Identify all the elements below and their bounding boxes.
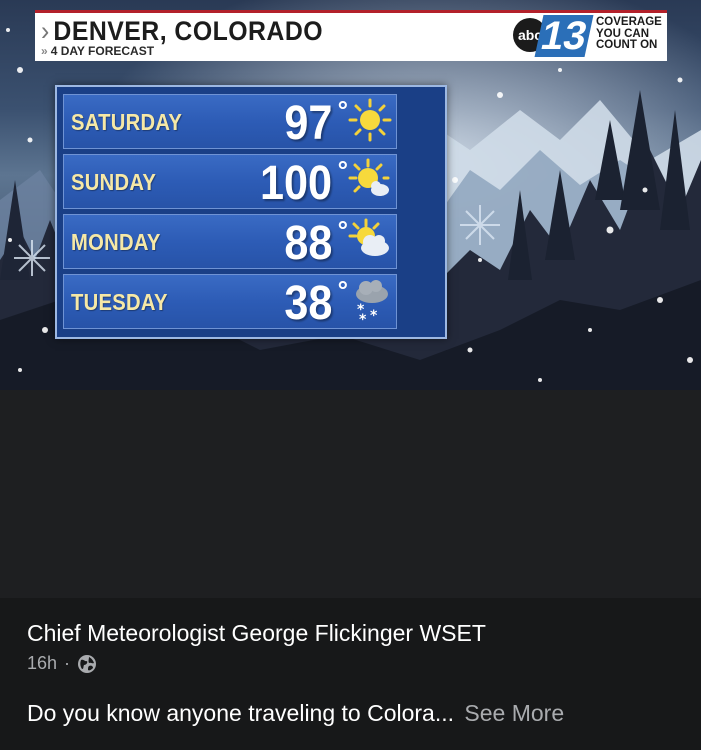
subtitle-label: 4 DAY FORECAST (50, 44, 155, 58)
forecast-header: › DENVER, COLORADO » 4 DAY FORECAST abc 13… (35, 10, 667, 61)
day-label: MONDAY (71, 229, 161, 255)
tagline-line: COVERAGE (596, 16, 662, 28)
forecast-row-sunday: SUNDAY 100 ° (63, 154, 397, 210)
day-label: TUESDAY (71, 289, 168, 315)
temperature-value: 97 (283, 97, 332, 150)
degree-symbol: ° (337, 275, 348, 305)
meta-separator: · (64, 653, 71, 673)
post-caption: Do you know anyone traveling to Colora..… (27, 700, 564, 727)
post-timestamp[interactable]: 16h (27, 653, 57, 674)
tagline-line: COUNT ON (596, 39, 658, 51)
post-author[interactable]: Chief Meteorologist George Flickinger WS… (27, 620, 486, 647)
forecast-city: › DENVER, COLORADO (41, 16, 323, 47)
chevron-right-icon: › (41, 16, 50, 46)
post-meta: 16h · (27, 653, 97, 674)
forecast-row-tuesday: TUESDAY 38 ° * * * (63, 274, 397, 330)
city-label: DENVER, COLORADO (53, 16, 324, 46)
degree-symbol: ° (337, 95, 348, 125)
snow-icon: * ** (356, 280, 388, 324)
post-footer: Chief Meteorologist George Flickinger WS… (0, 598, 701, 750)
channel-13-logo: 13 (534, 14, 594, 58)
temperature-value: 100 (259, 157, 332, 210)
globe-icon[interactable] (77, 654, 97, 674)
partly-cloudy-icon (348, 218, 389, 256)
forecast-row-saturday: SATURDAY 97 ° (63, 94, 397, 150)
sun-cloud-icon (348, 158, 390, 196)
forecast-row-monday: MONDAY 88 ° (63, 214, 397, 270)
double-chevron-icon: » (41, 44, 48, 58)
station-tagline: COVERAGE YOU CAN COUNT ON (596, 16, 666, 52)
degree-symbol: ° (337, 215, 348, 245)
forecast-panel: SATURDAY 97 ° SUNDAY 100 ° MONDAY 88 ° T… (55, 85, 447, 339)
forecast-subtitle: » 4 DAY FORECAST (41, 44, 154, 58)
caption-text: Do you know anyone traveling to Colora..… (27, 700, 455, 726)
day-label: SUNDAY (71, 169, 157, 195)
svg-text:*: * (370, 308, 378, 324)
see-more-link[interactable]: See More (464, 700, 564, 726)
sun-icon (348, 98, 392, 142)
temperature-value: 38 (283, 277, 332, 330)
forecast-graphic[interactable]: › DENVER, COLORADO » 4 DAY FORECAST abc 13… (0, 0, 701, 390)
day-label: SATURDAY (71, 109, 183, 135)
degree-symbol: ° (337, 155, 348, 185)
temperature-value: 88 (283, 217, 332, 270)
svg-text:*: * (359, 312, 367, 324)
